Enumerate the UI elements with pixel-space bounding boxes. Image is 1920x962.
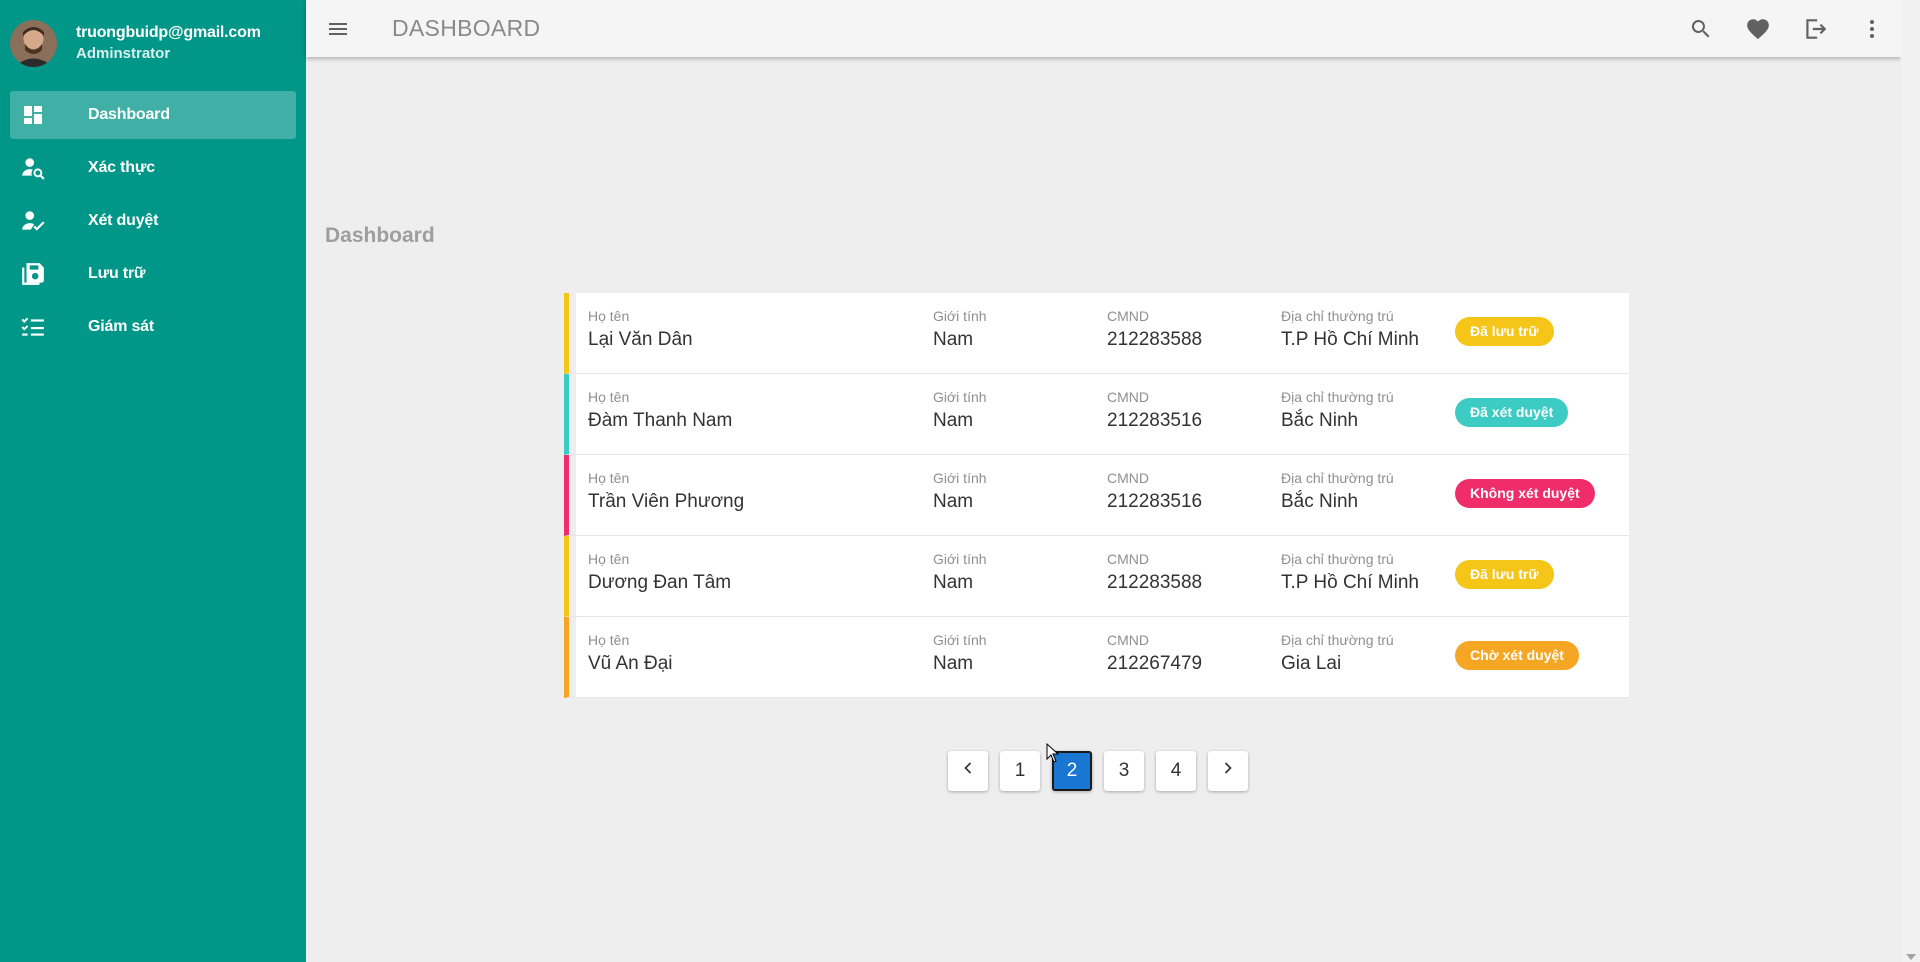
gender-value: Nam (933, 572, 974, 593)
name-label: Họ tên (588, 470, 630, 486)
name-label: Họ tên (588, 308, 630, 324)
id-label: CMND (1107, 632, 1149, 648)
save-stack-icon (19, 260, 47, 288)
page-title: DASHBOARD (392, 15, 541, 41)
name-value: Trần Viên Phương (588, 491, 745, 512)
status-badge: Chờ xét duyệt (1455, 641, 1579, 670)
page-heading: Dashboard (325, 224, 435, 247)
user-email: truongbuidp@gmail.com (76, 23, 261, 41)
sidebar-item-giam-sat[interactable]: Giám sát (10, 303, 296, 351)
gender-label: Giới tính (933, 389, 987, 405)
id-value: 212283588 (1107, 329, 1203, 350)
more-vert-icon[interactable] (1857, 14, 1887, 44)
user-check-icon (19, 207, 47, 235)
checklist-icon (19, 313, 47, 341)
list-item[interactable]: Họ tên Trần Viên Phương Giới tính Nam CMND… (564, 455, 1629, 536)
sidebar-item-label: Lưu trữ (88, 265, 146, 282)
user-profile: truongbuidp@gmail.com Adminstrator (0, 0, 306, 86)
address-value: T.P Hồ Chí Minh (1281, 329, 1419, 350)
sidebar-item-label: Dashboard (88, 106, 170, 123)
address-value: T.P Hồ Chí Minh (1281, 572, 1419, 593)
chevron-right-icon (1218, 758, 1238, 784)
user-search-icon (19, 154, 47, 182)
id-value: 212267479 (1107, 653, 1203, 674)
id-label: CMND (1107, 308, 1149, 324)
list-item[interactable]: Họ tên Dương Đan Tâm Giới tính Nam CMND 212… (564, 536, 1629, 617)
address-label: Địa chỉ thường trú (1281, 389, 1394, 405)
prev-page-button[interactable] (948, 751, 988, 791)
next-page-button[interactable] (1208, 751, 1248, 791)
name-value: Vũ An Đại (588, 653, 673, 674)
topbar: DASHBOARD (306, 0, 1901, 57)
sidebar-item-xac-thuc[interactable]: Xác thực (10, 144, 296, 192)
status-badge: Đã lưu trữ (1455, 317, 1554, 346)
sidebar: truongbuidp@gmail.com Adminstrator Dashb… (0, 0, 306, 962)
page-button-1[interactable]: 1 (1000, 751, 1040, 791)
address-value: Bắc Ninh (1281, 491, 1359, 512)
name-value: Dương Đan Tâm (588, 572, 732, 593)
id-label: CMND (1107, 389, 1149, 405)
gender-value: Nam (933, 329, 974, 350)
pagination: 1 2 3 4 (948, 751, 1260, 791)
address-value: Bắc Ninh (1281, 410, 1359, 431)
address-label: Địa chỉ thường trú (1281, 308, 1394, 324)
gender-label: Giới tính (933, 632, 987, 648)
scroll-down-arrow[interactable] (1906, 954, 1916, 960)
scrollbar[interactable] (1901, 0, 1920, 962)
mouse-cursor-icon (1046, 742, 1060, 768)
sidebar-nav: Dashboard Xác thực Xét duyệt Lưu trữ Giá… (0, 91, 306, 351)
heart-icon[interactable] (1743, 14, 1773, 44)
list-item[interactable]: Họ tên Lại Văn Dân Giới tính Nam CMND 21228… (564, 293, 1629, 374)
chevron-left-icon (958, 758, 978, 784)
name-value: Đàm Thanh Nam (588, 410, 733, 431)
status-badge: Đã lưu trữ (1455, 560, 1554, 589)
gender-label: Giới tính (933, 308, 987, 324)
id-label: CMND (1107, 470, 1149, 486)
id-value: 212283516 (1107, 410, 1203, 431)
address-label: Địa chỉ thường trú (1281, 632, 1394, 648)
gender-value: Nam (933, 653, 974, 674)
name-value: Lại Văn Dân (588, 329, 693, 350)
record-list: Họ tên Lại Văn Dân Giới tính Nam CMND 21228… (564, 293, 1629, 698)
gender-value: Nam (933, 410, 974, 431)
status-badge: Đã xét duyệt (1455, 398, 1569, 427)
sidebar-item-dashboard[interactable]: Dashboard (10, 91, 296, 139)
user-role: Adminstrator (76, 44, 171, 62)
page-button-4[interactable]: 4 (1156, 751, 1196, 791)
search-icon[interactable] (1686, 14, 1716, 44)
sidebar-item-label: Xét duyệt (88, 212, 159, 229)
gender-label: Giới tính (933, 551, 987, 567)
menu-icon[interactable] (324, 15, 352, 43)
dashboard-icon (19, 101, 47, 129)
address-label: Địa chỉ thường trú (1281, 551, 1394, 567)
sidebar-item-xet-duyet[interactable]: Xét duyệt (10, 197, 296, 245)
page-button-3[interactable]: 3 (1104, 751, 1144, 791)
list-item[interactable]: Họ tên Đàm Thanh Nam Giới tính Nam CMND 212… (564, 374, 1629, 455)
address-value: Gia Lai (1281, 653, 1342, 674)
name-label: Họ tên (588, 389, 630, 405)
name-label: Họ tên (588, 632, 630, 648)
id-value: 212283516 (1107, 491, 1203, 512)
sidebar-item-label: Giám sát (88, 318, 154, 335)
name-label: Họ tên (588, 551, 630, 567)
logout-icon[interactable] (1800, 14, 1830, 44)
gender-value: Nam (933, 491, 974, 512)
gender-label: Giới tính (933, 470, 987, 486)
id-value: 212283588 (1107, 572, 1203, 593)
sidebar-item-label: Xác thực (88, 159, 155, 176)
address-label: Địa chỉ thường trú (1281, 470, 1394, 486)
topbar-actions (1659, 14, 1887, 44)
sidebar-item-luu-tru[interactable]: Lưu trữ (10, 250, 296, 298)
avatar[interactable] (10, 19, 57, 67)
id-label: CMND (1107, 551, 1149, 567)
status-badge: Không xét duyệt (1455, 479, 1595, 508)
list-item[interactable]: Họ tên Vũ An Đại Giới tính Nam CMND 2122674… (564, 617, 1629, 698)
